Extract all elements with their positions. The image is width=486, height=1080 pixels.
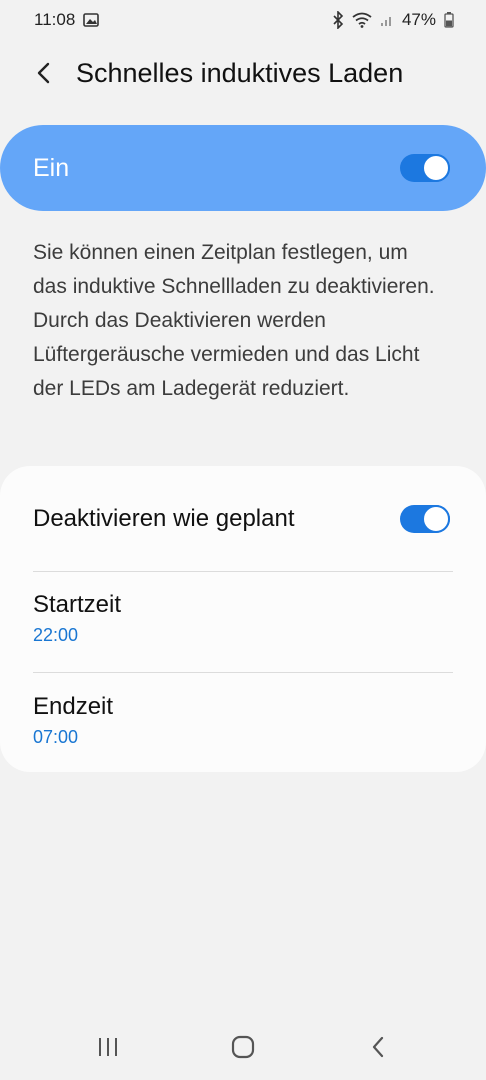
toggle-knob [422,154,450,182]
status-time: 11:08 [34,10,76,29]
nav-back-button[interactable] [348,1022,408,1072]
home-icon [231,1035,255,1059]
status-right: 47% [332,10,454,30]
battery-percent: 47% [401,10,436,29]
bluetooth-icon [332,11,344,29]
navigation-bar [0,1014,486,1080]
start-time-label: Startzeit [33,591,122,618]
image-icon [83,13,100,27]
toggle-knob [422,504,450,533]
divider [33,672,453,673]
schedule-toggle[interactable] [400,504,450,533]
back-arrow-icon [37,62,50,84]
back-icon [373,1036,384,1058]
wifi-icon [352,12,372,28]
end-time-label: Endzeit [33,693,114,720]
screen: 11:08 47% Schnelles induktives Laden Ein… [0,0,486,1080]
master-switch-bar[interactable]: Ein [0,125,486,211]
recent-apps-button[interactable] [78,1022,138,1072]
status-bar: 11:08 47% [0,0,486,40]
master-toggle[interactable] [400,154,450,182]
recent-apps-icon [98,1038,117,1056]
start-time-value: 22:00 [33,625,79,645]
app-header: Schnelles induktives Laden [0,48,486,98]
master-switch-label: Ein [33,153,70,182]
battery-icon [444,12,454,28]
home-button[interactable] [213,1022,273,1072]
end-time-value: 07:00 [33,727,79,747]
signal-icon [380,13,394,27]
settings-card: Deaktivieren wie geplant Startzeit 22:00… [0,466,486,772]
start-time-row[interactable]: Startzeit 22:00 [0,591,486,646]
schedule-label: Deaktivieren wie geplant [33,504,295,532]
end-time-row[interactable]: Endzeit 07:00 [0,693,486,748]
divider [33,571,453,572]
page-title: Schnelles induktives Laden [76,57,404,88]
status-left: 11:08 [34,10,100,30]
description-text: Sie können einen Zeitplan festlegen, um … [33,241,435,400]
back-button[interactable] [24,53,64,93]
schedule-row[interactable]: Deaktivieren wie geplant [0,466,486,571]
